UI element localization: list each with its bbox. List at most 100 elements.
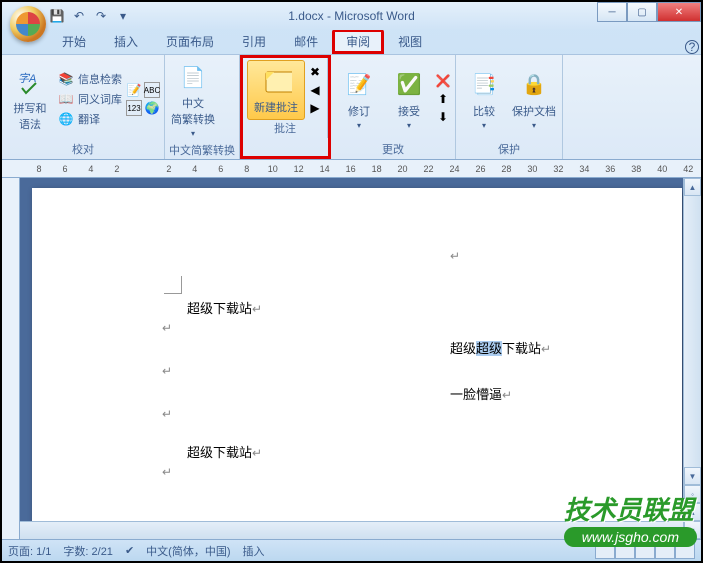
doc-text-5[interactable]: ↵ xyxy=(162,464,172,480)
status-insert-mode[interactable]: 插入 xyxy=(242,543,264,559)
paragraph-mark: ↵ xyxy=(162,465,172,479)
track-icon: 📝 xyxy=(343,69,375,101)
thesaurus-button[interactable]: 📖同义词库 xyxy=(56,90,124,108)
tab-5[interactable]: 审阅 xyxy=(332,29,384,54)
paragraph-mark: ↵ xyxy=(252,446,262,460)
doc-text-0[interactable]: 超级下载站↵ xyxy=(187,298,262,317)
highlight-box-comment: 新建批注 ✖ ◀ ▶ 批注 xyxy=(240,55,331,159)
status-words[interactable]: 字数: 2/21 xyxy=(63,543,113,559)
tab-1[interactable]: 插入 xyxy=(100,29,152,54)
group-chinese-convert: 📄 中文 简繁转换 ▾ 中文简繁转换 xyxy=(165,55,240,159)
group-label-convert: 中文简繁转换 xyxy=(169,142,235,158)
maximize-button[interactable]: ▢ xyxy=(627,2,657,22)
doc-text-7[interactable]: 超级超级下载站↵ xyxy=(450,338,551,357)
new-comment-button[interactable]: 新建批注 xyxy=(247,60,305,120)
doc-text-1[interactable]: ↵ xyxy=(162,320,172,336)
tab-6[interactable]: 视图 xyxy=(384,29,436,54)
chevron-down-icon: ▾ xyxy=(407,121,411,130)
tab-4[interactable]: 邮件 xyxy=(280,29,332,54)
status-proof-icon[interactable]: ✔ xyxy=(125,544,134,557)
next-comment-icon[interactable]: ▶ xyxy=(307,100,323,116)
tab-0[interactable]: 开始 xyxy=(48,29,100,54)
group-protect: 📑 比较 ▾ 🔒 保护文档 ▾ 保护 xyxy=(456,55,563,159)
minimize-button[interactable]: ─ xyxy=(597,2,627,22)
document-page[interactable]: 超级下载站↵↵↵↵超级下载站↵↵↵超级超级下载站↵一脸懵逼↵ xyxy=(32,188,682,539)
chinese-convert-button[interactable]: 📄 中文 简繁转换 ▾ xyxy=(169,57,217,142)
doc-text-6[interactable]: ↵ xyxy=(450,248,460,264)
vertical-scrollbar[interactable]: ▲ ▼ ◦ ▴ ▾ xyxy=(683,178,701,539)
new-comment-icon xyxy=(260,65,292,97)
tab-2[interactable]: 页面布局 xyxy=(152,29,228,54)
horizontal-ruler[interactable]: 8642246810121416182022242628303234363840… xyxy=(2,160,701,178)
group-label-comments: 批注 xyxy=(247,120,323,136)
group-label-proofing: 校对 xyxy=(6,141,160,157)
research-button[interactable]: 📚信息检索 xyxy=(56,70,124,88)
chevron-down-icon: ▾ xyxy=(357,121,361,130)
compare-button[interactable]: 📑 比较 ▾ xyxy=(460,65,508,134)
doc-text-2[interactable]: ↵ xyxy=(162,363,172,379)
group-label-changes: 更改 xyxy=(335,141,451,157)
ribbon-tabs: 开始插入页面布局引用邮件审阅视图? xyxy=(2,30,701,54)
help-icon[interactable]: ? xyxy=(685,40,699,54)
qat-dropdown-icon[interactable]: ▾ xyxy=(114,7,132,25)
track-changes-button[interactable]: 📝 修订 ▾ xyxy=(335,65,383,134)
undo-icon[interactable]: ↶ xyxy=(70,7,88,25)
cursor-position-mark xyxy=(164,276,182,294)
office-button[interactable] xyxy=(10,6,46,42)
ribbon: 字A 拼写和 语法 📚信息检索 📖同义词库 🌐翻译 📝 123 ABC 🌍 校 xyxy=(2,54,701,160)
status-page[interactable]: 页面: 1/1 xyxy=(8,543,51,559)
prev-comment-icon[interactable]: ◀ xyxy=(307,82,323,98)
translate-button[interactable]: 🌐翻译 xyxy=(56,110,124,128)
vertical-ruler[interactable] xyxy=(2,178,20,539)
titlebar: 💾 ↶ ↷ ▾ 1.docx - Microsoft Word ─ ▢ ✕ xyxy=(2,2,701,30)
close-button[interactable]: ✕ xyxy=(657,2,701,22)
quick-access-toolbar: 💾 ↶ ↷ ▾ xyxy=(48,7,132,25)
word-count-icon[interactable]: 123 xyxy=(126,100,142,116)
document-area: 超级下载站↵↵↵↵超级下载站↵↵↵超级超级下载站↵一脸懵逼↵ ▲ ▼ ◦ ▴ ▾ xyxy=(2,178,701,539)
watermark-text: 技术员联盟 xyxy=(564,490,697,527)
compare-icon: 📑 xyxy=(468,69,500,101)
next-change-icon[interactable]: ⬇ xyxy=(435,109,451,125)
abc-check-icon: 字A xyxy=(14,66,46,98)
group-changes: 📝 修订 ▾ ✅ 接受 ▾ ❌ ⬆ ⬇ 更改 xyxy=(331,55,456,159)
paragraph-mark: ↵ xyxy=(252,302,262,316)
group-comments: 新建批注 ✖ ◀ ▶ 批注 xyxy=(243,58,328,138)
spelling-grammar-button[interactable]: 字A 拼写和 语法 xyxy=(6,62,54,136)
scroll-down-button[interactable]: ▼ xyxy=(684,467,701,485)
protect-icon: 🔒 xyxy=(518,69,550,101)
extra-icon-3[interactable]: ABC xyxy=(144,82,160,98)
reject-icon[interactable]: ❌ xyxy=(435,73,451,89)
paragraph-mark: ↵ xyxy=(502,388,512,402)
accept-icon: ✅ xyxy=(393,69,425,101)
delete-comment-icon[interactable]: ✖ xyxy=(307,64,323,80)
save-icon[interactable]: 💾 xyxy=(48,7,66,25)
window-title: 1.docx - Microsoft Word xyxy=(288,9,414,23)
redo-icon[interactable]: ↷ xyxy=(92,7,110,25)
doc-text-4[interactable]: 超级下载站↵ xyxy=(187,442,262,461)
paragraph-mark: ↵ xyxy=(541,342,551,356)
group-label-protect: 保护 xyxy=(460,141,558,157)
protect-document-button[interactable]: 🔒 保护文档 ▾ xyxy=(510,65,558,134)
chevron-down-icon: ▾ xyxy=(532,121,536,130)
set-language-icon[interactable]: 🌍 xyxy=(144,100,160,116)
chevron-down-icon: ▾ xyxy=(482,121,486,130)
chevron-down-icon: ▾ xyxy=(191,129,195,138)
doc-text-3[interactable]: ↵ xyxy=(162,406,172,422)
scroll-up-button[interactable]: ▲ xyxy=(684,178,701,196)
watermark: 技术员联盟 www.jsgho.com xyxy=(564,490,697,547)
extra-icon-1[interactable]: 📝 xyxy=(126,82,142,98)
convert-icon: 📄 xyxy=(177,61,209,93)
watermark-url: www.jsgho.com xyxy=(564,527,697,547)
doc-text-8[interactable]: 一脸懵逼↵ xyxy=(450,384,512,403)
status-language[interactable]: 中文(简体，中国) xyxy=(146,543,230,559)
paragraph-mark: ↵ xyxy=(162,407,172,421)
paragraph-mark: ↵ xyxy=(450,249,460,263)
book-search-icon: 📚 xyxy=(58,71,74,87)
paragraph-mark: ↵ xyxy=(162,364,172,378)
translate-icon: 🌐 xyxy=(58,111,74,127)
spelling-label: 拼写和 语法 xyxy=(14,100,47,132)
tab-3[interactable]: 引用 xyxy=(228,29,280,54)
group-proofing: 字A 拼写和 语法 📚信息检索 📖同义词库 🌐翻译 📝 123 ABC 🌍 校 xyxy=(2,55,165,159)
accept-button[interactable]: ✅ 接受 ▾ xyxy=(385,65,433,134)
prev-change-icon[interactable]: ⬆ xyxy=(435,91,451,107)
